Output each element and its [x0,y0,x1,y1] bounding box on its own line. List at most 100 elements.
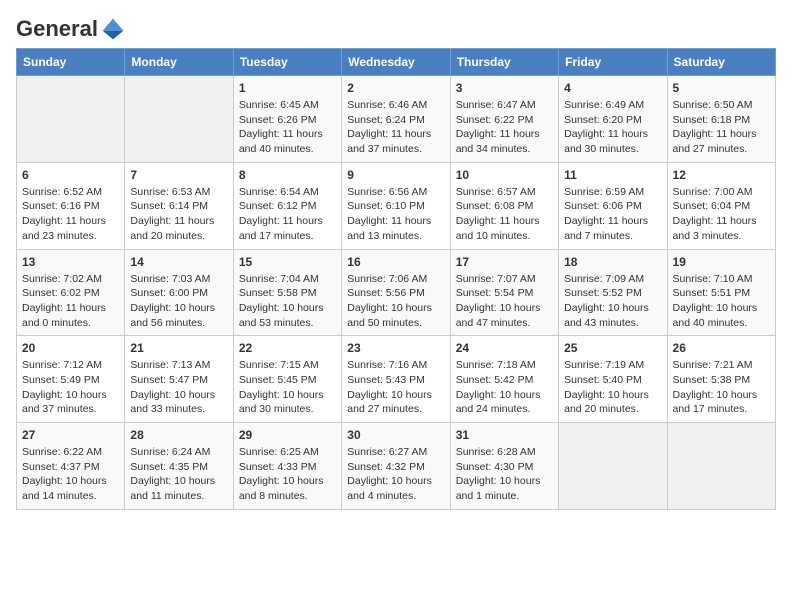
day-info: Sunrise: 6:50 AM Sunset: 6:18 PM Dayligh… [673,98,770,157]
day-info: Sunrise: 7:04 AM Sunset: 5:58 PM Dayligh… [239,272,336,331]
calendar-cell: 20 Sunrise: 7:12 AM Sunset: 5:49 PM Dayli… [17,336,125,423]
calendar-week-row: 20 Sunrise: 7:12 AM Sunset: 5:49 PM Dayli… [17,336,776,423]
day-number: 12 [673,168,770,182]
day-info: Sunrise: 6:59 AM Sunset: 6:06 PM Dayligh… [564,185,661,244]
calendar-cell: 9 Sunrise: 6:56 AM Sunset: 6:10 PM Daylig… [342,162,450,249]
day-number: 10 [456,168,553,182]
calendar-cell: 5 Sunrise: 6:50 AM Sunset: 6:18 PM Daylig… [667,76,775,163]
day-number: 29 [239,428,336,442]
day-info: Sunrise: 7:15 AM Sunset: 5:45 PM Dayligh… [239,358,336,417]
day-info: Sunrise: 7:13 AM Sunset: 5:47 PM Dayligh… [130,358,227,417]
day-number: 31 [456,428,553,442]
day-info: Sunrise: 7:09 AM Sunset: 5:52 PM Dayligh… [564,272,661,331]
calendar-week-row: 1Sunrise: 6:45 AM Sunset: 6:26 PM Daylig… [17,76,776,163]
day-info: Sunrise: 6:45 AM Sunset: 6:26 PM Dayligh… [239,98,336,157]
day-info: Sunrise: 6:57 AM Sunset: 6:08 PM Dayligh… [456,185,553,244]
day-number: 26 [673,341,770,355]
day-number: 8 [239,168,336,182]
day-number: 15 [239,255,336,269]
weekday-header-monday: Monday [125,49,233,76]
calendar-cell: 12 Sunrise: 7:00 AM Sunset: 6:04 PM Dayli… [667,162,775,249]
calendar-cell: 19Sunrise: 7:10 AM Sunset: 5:51 PM Dayli… [667,249,775,336]
day-number: 30 [347,428,444,442]
weekday-header-thursday: Thursday [450,49,558,76]
day-number: 9 [347,168,444,182]
day-number: 14 [130,255,227,269]
day-info: Sunrise: 6:54 AM Sunset: 6:12 PM Dayligh… [239,185,336,244]
day-info: Sunrise: 6:52 AM Sunset: 6:16 PM Dayligh… [22,185,119,244]
day-info: Sunrise: 7:19 AM Sunset: 5:40 PM Dayligh… [564,358,661,417]
day-number: 27 [22,428,119,442]
day-info: Sunrise: 7:02 AM Sunset: 6:02 PM Dayligh… [22,272,119,331]
day-info: Sunrise: 7:16 AM Sunset: 5:43 PM Dayligh… [347,358,444,417]
day-info: Sunrise: 6:46 AM Sunset: 6:24 PM Dayligh… [347,98,444,157]
calendar-cell [559,423,667,510]
day-info: Sunrise: 7:00 AM Sunset: 6:04 PM Dayligh… [673,185,770,244]
day-number: 25 [564,341,661,355]
day-info: Sunrise: 7:06 AM Sunset: 5:56 PM Dayligh… [347,272,444,331]
calendar-cell: 27Sunrise: 6:22 AM Sunset: 4:37 PM Dayli… [17,423,125,510]
day-number: 6 [22,168,119,182]
calendar-cell: 14 Sunrise: 7:03 AM Sunset: 6:00 PM Dayli… [125,249,233,336]
weekday-header-tuesday: Tuesday [233,49,341,76]
calendar-cell: 16 Sunrise: 7:06 AM Sunset: 5:56 PM Dayli… [342,249,450,336]
calendar-cell: 30Sunrise: 6:27 AM Sunset: 4:32 PM Dayli… [342,423,450,510]
day-info: Sunrise: 7:12 AM Sunset: 5:49 PM Dayligh… [22,358,119,417]
calendar-table: SundayMondayTuesdayWednesdayThursdayFrid… [16,48,776,510]
day-info: Sunrise: 7:21 AM Sunset: 5:38 PM Dayligh… [673,358,770,417]
calendar-cell: 31 Sunrise: 6:28 AM Sunset: 4:30 PM Dayli… [450,423,558,510]
calendar-cell: 26 Sunrise: 7:21 AM Sunset: 5:38 PM Dayli… [667,336,775,423]
day-number: 21 [130,341,227,355]
day-number: 7 [130,168,227,182]
day-info: Sunrise: 6:47 AM Sunset: 6:22 PM Dayligh… [456,98,553,157]
day-number: 5 [673,81,770,95]
calendar-cell: 28 Sunrise: 6:24 AM Sunset: 4:35 PM Dayli… [125,423,233,510]
calendar-cell: 18 Sunrise: 7:09 AM Sunset: 5:52 PM Dayli… [559,249,667,336]
calendar-cell: 1Sunrise: 6:45 AM Sunset: 6:26 PM Daylig… [233,76,341,163]
calendar-cell: 7 Sunrise: 6:53 AM Sunset: 6:14 PM Daylig… [125,162,233,249]
day-number: 20 [22,341,119,355]
calendar-cell: 24 Sunrise: 7:18 AM Sunset: 5:42 PM Dayli… [450,336,558,423]
calendar-cell: 21 Sunrise: 7:13 AM Sunset: 5:47 PM Dayli… [125,336,233,423]
day-number: 3 [456,81,553,95]
day-info: Sunrise: 7:07 AM Sunset: 5:54 PM Dayligh… [456,272,553,331]
calendar-week-row: 13 Sunrise: 7:02 AM Sunset: 6:02 PM Dayli… [17,249,776,336]
weekday-header-friday: Friday [559,49,667,76]
calendar-cell: 3 Sunrise: 6:47 AM Sunset: 6:22 PM Daylig… [450,76,558,163]
calendar-week-row: 6 Sunrise: 6:52 AM Sunset: 6:16 PM Daylig… [17,162,776,249]
day-number: 2 [347,81,444,95]
day-number: 16 [347,255,444,269]
day-info: Sunrise: 6:56 AM Sunset: 6:10 PM Dayligh… [347,185,444,244]
day-number: 17 [456,255,553,269]
calendar-cell: 25 Sunrise: 7:19 AM Sunset: 5:40 PM Dayli… [559,336,667,423]
day-info: Sunrise: 6:53 AM Sunset: 6:14 PM Dayligh… [130,185,227,244]
calendar-cell: 6 Sunrise: 6:52 AM Sunset: 6:16 PM Daylig… [17,162,125,249]
calendar-cell: 22Sunrise: 7:15 AM Sunset: 5:45 PM Dayli… [233,336,341,423]
weekday-header-sunday: Sunday [17,49,125,76]
calendar-week-row: 27Sunrise: 6:22 AM Sunset: 4:37 PM Dayli… [17,423,776,510]
day-number: 28 [130,428,227,442]
page-header: General [16,16,776,38]
calendar-header-row: SundayMondayTuesdayWednesdayThursdayFrid… [17,49,776,76]
day-info: Sunrise: 6:24 AM Sunset: 4:35 PM Dayligh… [130,445,227,504]
day-number: 24 [456,341,553,355]
day-number: 18 [564,255,661,269]
calendar-cell: 15 Sunrise: 7:04 AM Sunset: 5:58 PM Dayli… [233,249,341,336]
calendar-cell [667,423,775,510]
calendar-cell: 29 Sunrise: 6:25 AM Sunset: 4:33 PM Dayli… [233,423,341,510]
calendar-cell: 2 Sunrise: 6:46 AM Sunset: 6:24 PM Daylig… [342,76,450,163]
day-info: Sunrise: 6:28 AM Sunset: 4:30 PM Dayligh… [456,445,553,504]
calendar-cell [17,76,125,163]
day-number: 11 [564,168,661,182]
logo: General [16,16,128,38]
day-info: Sunrise: 6:25 AM Sunset: 4:33 PM Dayligh… [239,445,336,504]
calendar-cell: 4Sunrise: 6:49 AM Sunset: 6:20 PM Daylig… [559,76,667,163]
day-info: Sunrise: 7:10 AM Sunset: 5:51 PM Dayligh… [673,272,770,331]
day-number: 13 [22,255,119,269]
day-info: Sunrise: 7:18 AM Sunset: 5:42 PM Dayligh… [456,358,553,417]
calendar-cell: 10 Sunrise: 6:57 AM Sunset: 6:08 PM Dayli… [450,162,558,249]
calendar-cell: 13 Sunrise: 7:02 AM Sunset: 6:02 PM Dayli… [17,249,125,336]
day-number: 23 [347,341,444,355]
day-info: Sunrise: 7:03 AM Sunset: 6:00 PM Dayligh… [130,272,227,331]
calendar-cell [125,76,233,163]
